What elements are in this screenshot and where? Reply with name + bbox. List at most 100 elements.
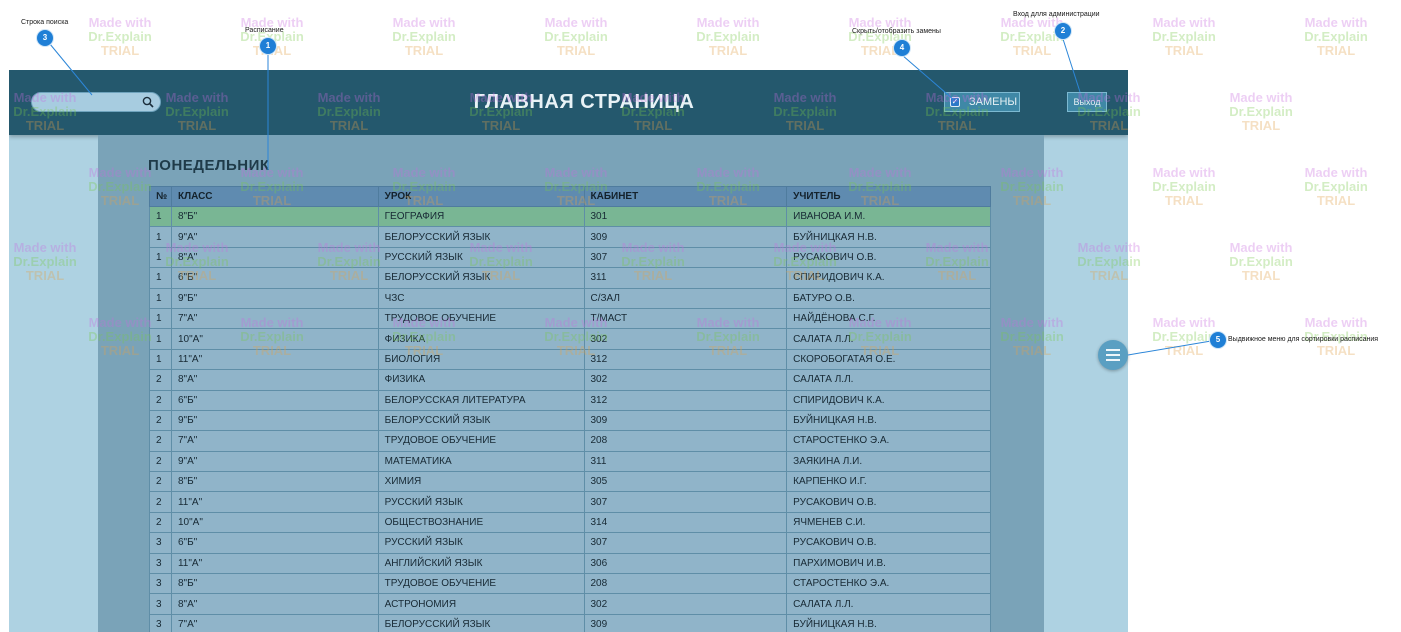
column-header[interactable]: КЛАСС: [170, 186, 379, 207]
search-input[interactable]: [40, 95, 140, 110]
table-row[interactable]: 1 10"А" ФИЗИКА 302 САЛАТА Л.Л.: [149, 328, 991, 350]
search-box[interactable]: [31, 92, 161, 112]
table-cell: 307: [583, 246, 788, 269]
table-row[interactable]: 2 9"Б" БЕЛОРУССКИЙ ЯЗЫК 309 БУЙНИЦКАЯ Н.В.: [149, 409, 991, 432]
annotation-label-5: Выдвижное меню для сортировки расписания: [1228, 336, 1379, 343]
exit-button[interactable]: Выход: [1067, 92, 1107, 112]
annotation-label-3: Строка поиска: [21, 19, 69, 26]
search-icon[interactable]: [142, 96, 154, 108]
table-cell: САЛАТА Л.Л.: [786, 369, 991, 391]
replacements-toggle[interactable]: ✓ ЗАМЕНЫ: [944, 92, 1020, 112]
table-row[interactable]: 1 8"А" РУССКИЙ ЯЗЫК 307 РУСАКОВИЧ О.В.: [149, 246, 991, 269]
table-cell: 3: [149, 593, 172, 615]
table-cell: 8"Б": [170, 471, 379, 493]
table-cell: 6"Б": [170, 532, 379, 554]
table-cell: 305: [583, 471, 788, 493]
table-row[interactable]: 1 9"А" БЕЛОРУССКИЙ ЯЗЫК 309 БУЙНИЦКАЯ Н.В.: [149, 226, 991, 248]
watermark: Made withDr.ExplainTRIAL: [392, 15, 456, 58]
table-cell: СТАРОСТЕНКО Э.А.: [786, 430, 991, 452]
watermark: Made withDr.ExplainTRIAL: [544, 15, 608, 58]
table-cell: 7"А": [170, 430, 379, 452]
table-cell: 302: [583, 369, 788, 391]
replacements-checkbox[interactable]: ✓: [950, 97, 960, 107]
app-window: ГЛАВНАЯ СТРАНИЦА ✓ ЗАМЕНЫ Выход ПОНЕДЕЛЬ…: [9, 70, 1128, 632]
table-cell: СКОРОБОГАТАЯ О.Е.: [786, 348, 991, 371]
table-cell: 309: [583, 226, 788, 248]
table-cell: ПАРХИМОВИЧ И.В.: [786, 552, 991, 575]
annotation-label-2: Вход длля администрации: [1013, 11, 1100, 18]
table-cell: БАТУРО О.В.: [786, 287, 991, 309]
table-row[interactable]: 1 11"А" БИОЛОГИЯ 312 СКОРОБОГАТАЯ О.Е.: [149, 348, 991, 371]
table-cell: 307: [583, 532, 788, 554]
table-cell: 1: [149, 287, 172, 309]
table-cell: 10"А": [170, 511, 379, 534]
table-row[interactable]: 2 11"А" РУССКИЙ ЯЗЫК 307 РУСАКОВИЧ О.В.: [149, 491, 991, 513]
table-cell: 307: [583, 491, 788, 513]
table-cell: ТРУДОВОЕ ОБУЧЕНИЕ: [377, 573, 585, 595]
table-cell: РУССКИЙ ЯЗЫК: [377, 246, 585, 269]
table-cell: СПИРИДОВИЧ К.А.: [786, 267, 991, 289]
watermark: Made withDr.ExplainTRIAL: [1304, 165, 1368, 208]
table-cell: 8"А": [170, 593, 379, 615]
table-cell: 3: [149, 552, 172, 575]
table-cell: 3: [149, 532, 172, 554]
table-cell: 1: [149, 267, 172, 289]
table-cell: ФИЗИКА: [377, 328, 585, 350]
table-cell: 9"А": [170, 226, 379, 248]
table-row[interactable]: 3 11"А" АНГЛИЙСКИЙ ЯЗЫК 306 ПАРХИМОВИЧ И.В.: [149, 552, 991, 575]
table-cell: АСТРОНОМИЯ: [377, 593, 585, 615]
column-header[interactable]: УЧИТЕЛЬ: [786, 186, 991, 207]
table-row[interactable]: 1 9"Б" ЧЗС С/ЗАЛ БАТУРО О.В.: [149, 287, 991, 309]
watermark: Made withDr.ExplainTRIAL: [88, 15, 152, 58]
table-cell: 2: [149, 409, 172, 432]
table-cell: НАЙДЁНОВА С.Г.: [786, 307, 991, 330]
menu-icon: [1106, 349, 1120, 351]
table-cell: РУСАКОВИЧ О.В.: [786, 246, 991, 269]
watermark: Made withDr.ExplainTRIAL: [1229, 240, 1293, 283]
table-cell: С/ЗАЛ: [583, 287, 788, 309]
table-cell: 11"А": [170, 552, 379, 575]
table-row[interactable]: 2 6"Б" БЕЛОРУССКАЯ ЛИТЕРАТУРА 312 СПИРИДОВИЧ…: [149, 389, 991, 411]
table-cell: 302: [583, 593, 788, 615]
sort-menu-button[interactable]: [1098, 340, 1128, 370]
table-row[interactable]: 3 6"Б" РУССКИЙ ЯЗЫК 307 РУСАКОВИЧ О.В.: [149, 532, 991, 554]
table-row[interactable]: 2 9"А" МАТЕМАТИКА 311 ЗАЯКИНА Л.И.: [149, 450, 991, 473]
table-row[interactable]: 3 8"А" АСТРОНОМИЯ 302 САЛАТА Л.Л.: [149, 593, 991, 615]
table-row[interactable]: 1 6"Б" БЕЛОРУССКИЙ ЯЗЫК 311 СПИРИДОВИЧ К.А.: [149, 267, 991, 289]
table-cell: БЕЛОРУССКАЯ ЛИТЕРАТУРА: [377, 389, 585, 411]
table-cell: БУЙНИЦКАЯ Н.В.: [786, 613, 991, 632]
table-row[interactable]: 2 10"А" ОБЩЕСТВОЗНАНИЕ 314 ЯЧМЕНЕВ С.И.: [149, 511, 991, 534]
table-row[interactable]: 2 7"А" ТРУДОВОЕ ОБУЧЕНИЕ 208 СТАРОСТЕНКО Э.А…: [149, 430, 991, 452]
day-title: ПОНЕДЕЛЬНИК: [148, 157, 270, 174]
column-header[interactable]: №: [149, 186, 172, 207]
schedule-body: 1 8"Б" ГЕОГРАФИЯ 301 ИВАНОВА И.М. 1 9"А" БЕЛОРУ…: [149, 205, 991, 632]
table-row[interactable]: 2 8"Б" ХИМИЯ 305 КАРПЕНКО И.Г.: [149, 471, 991, 493]
watermark: Made withDr.ExplainTRIAL: [1000, 15, 1064, 58]
table-cell: 306: [583, 552, 788, 575]
table-cell: 8"Б": [170, 573, 379, 595]
table-cell: АНГЛИЙСКИЙ ЯЗЫК: [377, 552, 585, 575]
table-cell: 1: [149, 348, 172, 371]
column-header[interactable]: УРОК: [377, 186, 585, 207]
table-cell: 311: [583, 267, 788, 289]
table-row[interactable]: 3 8"Б" ТРУДОВОЕ ОБУЧЕНИЕ 208 СТАРОСТЕНКО Э.А…: [149, 573, 991, 595]
column-header[interactable]: КАБИНЕТ: [583, 186, 788, 207]
table-cell: 3: [149, 573, 172, 595]
table-row[interactable]: 3 7"А" БЕЛОРУССКИЙ ЯЗЫК 309 БУЙНИЦКАЯ Н.В.: [149, 613, 991, 632]
table-row[interactable]: 1 8"Б" ГЕОГРАФИЯ 301 ИВАНОВА И.М.: [149, 205, 991, 228]
table-cell: 302: [583, 328, 788, 350]
table-cell: ФИЗИКА: [377, 369, 585, 391]
table-row[interactable]: 2 8"А" ФИЗИКА 302 САЛАТА Л.Л.: [149, 369, 991, 391]
table-cell: 309: [583, 409, 788, 432]
annotation-badge-5: 5: [1210, 332, 1226, 348]
table-cell: 2: [149, 389, 172, 411]
table-row[interactable]: 1 7"А" ТРУДОВОЕ ОБУЧЕНИЕ Т/МАСТ НАЙДЁНОВА С.…: [149, 307, 991, 330]
table-cell: ИВАНОВА И.М.: [786, 205, 991, 228]
table-cell: 309: [583, 613, 788, 632]
header-bar: ГЛАВНАЯ СТРАНИЦА ✓ ЗАМЕНЫ Выход: [9, 70, 1128, 135]
schedule-panel: ПОНЕДЕЛЬНИК № КЛАСС УРОК КАБИНЕТ УЧИТЕЛЬ…: [98, 135, 1044, 632]
table-cell: СПИРИДОВИЧ К.А.: [786, 389, 991, 411]
replacements-label: ЗАМЕНЫ: [969, 96, 1018, 108]
table-cell: 2: [149, 491, 172, 513]
table-cell: РУССКИЙ ЯЗЫК: [377, 532, 585, 554]
